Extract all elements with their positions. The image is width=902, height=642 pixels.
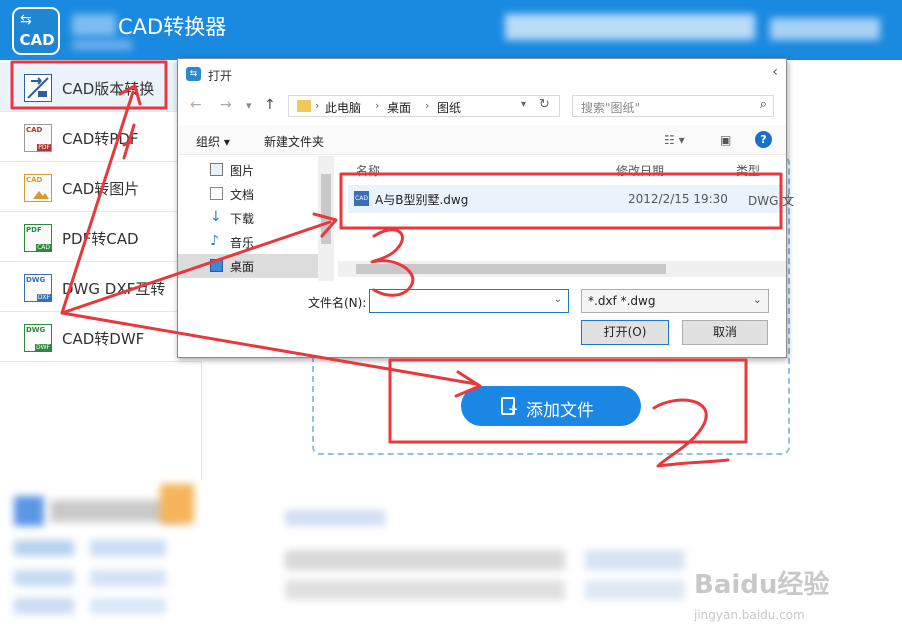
watermark-url: jingyan.baidu.com	[694, 608, 805, 622]
highlight-box-sidebar	[10, 60, 168, 110]
highlight-box-file	[339, 172, 783, 230]
arrow-to-sidebar	[60, 90, 135, 315]
annotation-number-1	[122, 123, 136, 160]
baidu-watermark: Baidu经验 jingyan.baidu.com	[694, 564, 830, 622]
arrow-to-file	[60, 220, 332, 315]
watermark-logo: Baidu经验	[694, 570, 830, 600]
annotation-overlay	[10, 60, 783, 468]
app-window: ⇆ CAD CAD转换器 CAD版本转换 CAD PDF CAD转PDF CAD	[0, 0, 902, 642]
annotation-number-2	[652, 398, 730, 468]
arrow-to-add	[60, 311, 478, 386]
annotation-number-3	[370, 228, 415, 297]
